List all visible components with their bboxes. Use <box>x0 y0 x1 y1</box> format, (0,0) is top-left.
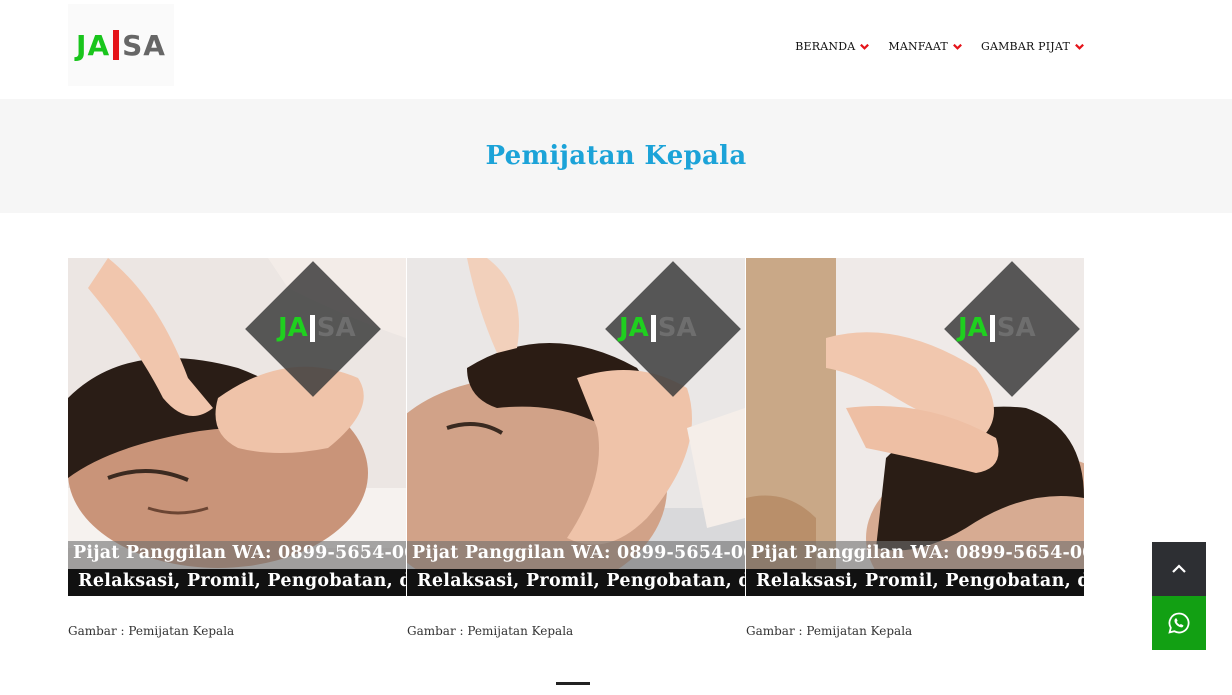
page-title: Pemijatan Kepala <box>485 141 747 171</box>
watermark-sa: SA <box>316 313 356 343</box>
slider-indicator[interactable] <box>556 682 590 685</box>
watermark-bar <box>309 314 315 342</box>
image-text-line1: Pijat Panggilan WA: 0899-5654-009 <box>412 543 745 563</box>
logo-sa: SA <box>122 28 166 62</box>
image-caption: Gambar : Pemijatan Kepala <box>407 624 574 638</box>
watermark-sa: SA <box>657 313 697 343</box>
logo-bar <box>113 30 120 60</box>
gallery-image[interactable]: JA SA Pijat Panggilan WA: 0899-5654-009 … <box>68 258 406 596</box>
watermark-logo: JA SA <box>278 313 356 343</box>
nav-label: MANFAAT <box>888 40 948 53</box>
chevron-down-icon <box>953 43 962 50</box>
nav-label: GAMBAR PIJAT <box>980 40 1070 53</box>
whatsapp-button[interactable] <box>1152 596 1206 650</box>
watermark-sa: SA <box>996 313 1036 343</box>
nav-item-gambar-pijat[interactable]: GAMBAR PIJAT <box>981 40 1085 53</box>
main-nav: BERANDA MANFAAT GAMBAR PIJAT <box>795 40 1085 53</box>
gallery-captions: Gambar : Pemijatan Kepala Gambar : Pemij… <box>68 624 1084 638</box>
chevron-down-icon <box>860 43 870 50</box>
gallery-image[interactable]: JA SA Pijat Panggilan WA: 0899-5654-009 … <box>746 258 1084 596</box>
watermark-bar <box>989 314 995 342</box>
watermark-ja: JA <box>278 313 308 343</box>
image-caption: Gambar : Pemijatan Kepala <box>68 624 235 638</box>
watermark-ja: JA <box>958 313 988 343</box>
image-gallery: JA SA Pijat Panggilan WA: 0899-5654-009 … <box>68 258 1084 596</box>
back-to-top-button[interactable] <box>1152 542 1206 596</box>
image-text-line1: Pijat Panggilan WA: 0899-5654-009 <box>73 543 406 563</box>
gallery-image[interactable]: JA SA Pijat Panggilan WA: 0899-5654-009 … <box>407 258 745 596</box>
chevron-down-icon <box>1075 43 1084 50</box>
chevron-up-icon <box>1172 564 1186 573</box>
nav-item-manfaat[interactable]: MANFAAT <box>888 40 963 53</box>
watermark-bar <box>650 314 656 342</box>
logo-wordmark: JA SA <box>76 29 166 62</box>
image-text-line1: Pijat Panggilan WA: 0899-5654-009 <box>751 543 1084 563</box>
nav-label: BERANDA <box>795 40 856 53</box>
watermark-logo: JA SA <box>619 313 697 343</box>
whatsapp-icon <box>1168 612 1190 634</box>
site-logo[interactable]: JA SA <box>68 4 174 86</box>
site-header: JA SA BERANDA MANFAAT GAMBAR PIJAT <box>0 0 1232 99</box>
nav-item-beranda[interactable]: BERANDA <box>795 40 870 53</box>
image-text-line2: Relaksasi, Promil, Pengobatan, dll <box>756 571 1084 591</box>
image-text-line2: Relaksasi, Promil, Pengobatan, dll <box>417 571 745 591</box>
logo-ja: JA <box>76 28 111 62</box>
page-title-band: Pemijatan Kepala <box>0 99 1232 213</box>
image-caption: Gambar : Pemijatan Kepala <box>746 624 913 638</box>
image-text-line2: Relaksasi, Promil, Pengobatan, dll <box>78 571 406 591</box>
watermark-ja: JA <box>619 313 649 343</box>
watermark-logo: JA SA <box>958 313 1036 343</box>
